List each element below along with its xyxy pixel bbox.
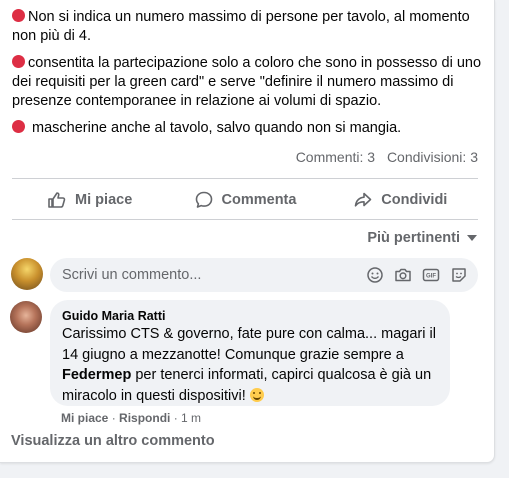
share-button[interactable]: Condividi: [323, 183, 478, 217]
avatar[interactable]: [11, 258, 43, 290]
composer-icons: GIF: [366, 266, 478, 284]
comment-like-link[interactable]: Mi piace: [61, 411, 108, 425]
sticker-icon[interactable]: [450, 266, 468, 284]
comment-bubble: Guido Maria Ratti Carissimo CTS & govern…: [50, 300, 450, 406]
post-actions: Mi piace Commenta Condividi: [12, 183, 478, 217]
view-more-comments-link[interactable]: Visualizza un altro commento: [11, 433, 215, 449]
post-stats: Commenti: 3 Condivisioni: 3: [288, 149, 478, 165]
comment-input[interactable]: [50, 266, 366, 284]
red-circle-icon: [12, 55, 25, 68]
post-body: Non si indica un numero massimo di perso…: [12, 8, 486, 146]
caret-down-icon: [467, 235, 477, 241]
comment-reply-link[interactable]: Rispondi: [119, 411, 170, 425]
red-circle-icon: [12, 120, 25, 133]
share-label: Condividi: [381, 192, 448, 208]
share-arrow-icon: [354, 192, 372, 207]
divider: [12, 219, 478, 220]
comment-label: Commenta: [221, 192, 297, 208]
divider: [12, 178, 478, 179]
emoji-icon[interactable]: [366, 266, 384, 284]
post-paragraph: mascherine anche al tavolo, salvo quando…: [12, 119, 486, 138]
camera-icon[interactable]: [394, 266, 412, 284]
comment-button[interactable]: Commenta: [167, 183, 322, 217]
like-label: Mi piace: [75, 192, 133, 208]
like-button[interactable]: Mi piace: [12, 183, 167, 217]
comment-time[interactable]: 1 m: [181, 411, 201, 425]
comment-text: Carissimo CTS & governo, fate pure con c…: [62, 326, 436, 404]
comment-author[interactable]: Guido Maria Ratti: [62, 309, 165, 323]
comment-meta: Mi piace · Rispondi · 1 m: [61, 411, 202, 425]
comment-composer: GIF: [50, 258, 478, 292]
shares-count-link[interactable]: Condivisioni: 3: [387, 149, 478, 165]
comment-sort-dropdown[interactable]: Più pertinenti: [367, 230, 478, 246]
mention-link[interactable]: Federmep: [62, 367, 131, 383]
red-circle-icon: [12, 9, 25, 22]
gif-icon[interactable]: GIF: [422, 266, 440, 284]
comments-count-link[interactable]: Commenti: 3: [296, 149, 375, 165]
post-card: Non si indica un numero massimo di perso…: [0, 0, 495, 463]
post-paragraph: Non si indica un numero massimo di perso…: [12, 9, 470, 44]
thumbs-up-icon: [48, 192, 66, 208]
svg-text:GIF: GIF: [426, 274, 436, 280]
avatar[interactable]: [10, 301, 42, 333]
smile-emoji-icon: [249, 387, 264, 402]
sort-label: Più pertinenti: [367, 230, 460, 246]
post-paragraph: consentita la partecipazione solo a colo…: [12, 55, 482, 109]
comment-bubble-icon: [195, 191, 212, 208]
